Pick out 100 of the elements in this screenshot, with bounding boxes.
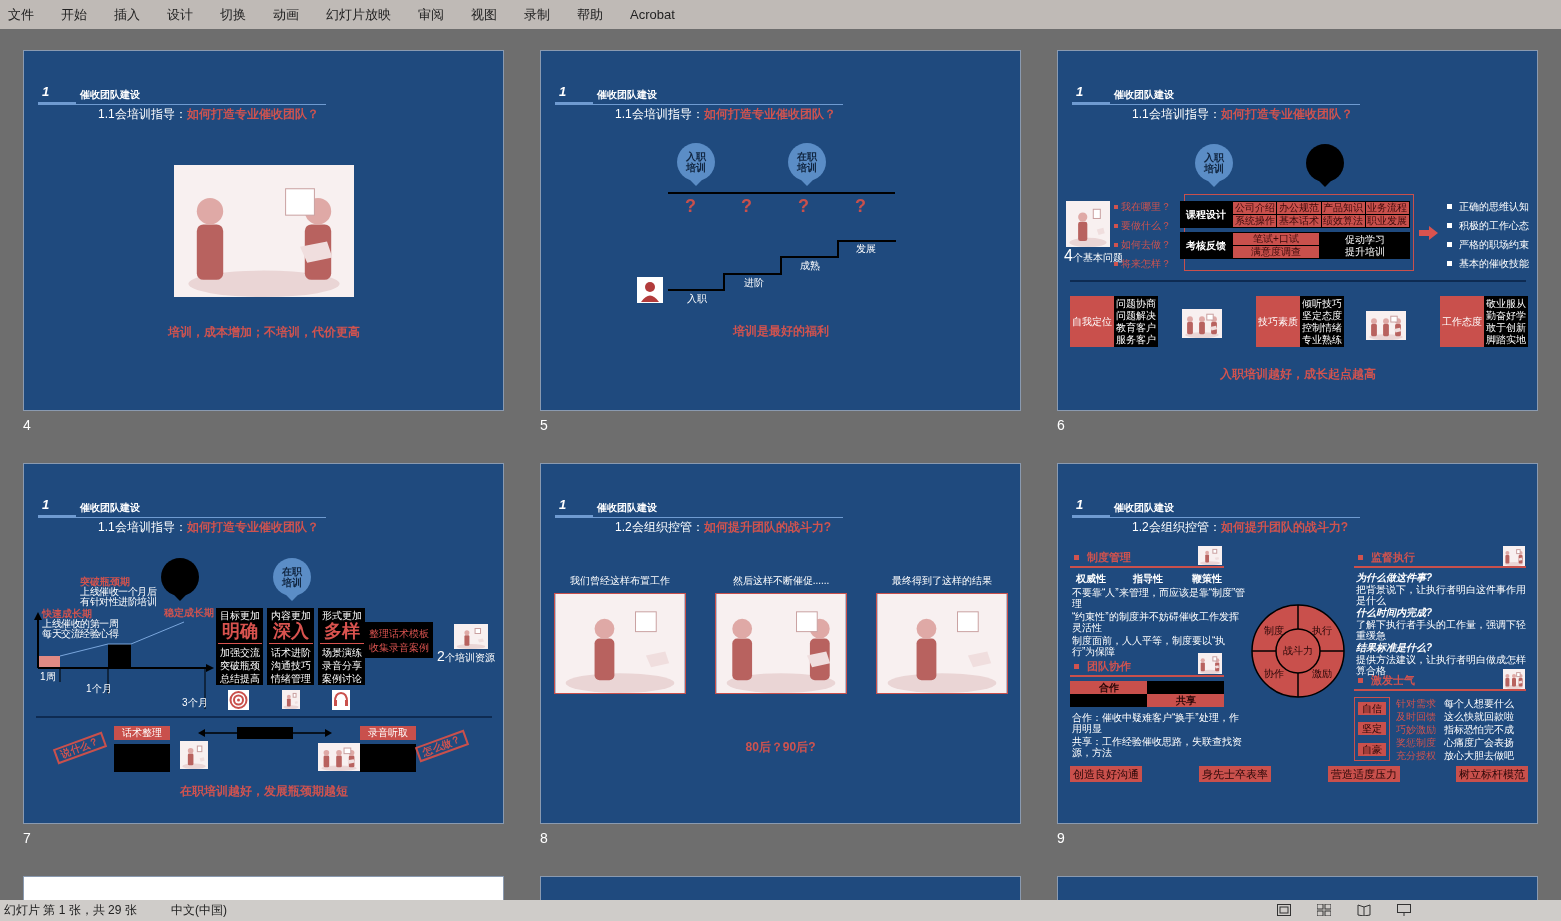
action-label: 营造适度压力 bbox=[1328, 766, 1400, 782]
slide-title: 1.2会组织控管：如何提升团队的战斗力? bbox=[1132, 520, 1349, 535]
card-item: 录音分享 bbox=[321, 659, 362, 672]
slide-thumbnail[interactable] bbox=[23, 463, 504, 824]
phase-note: 有针对性进阶培训 bbox=[80, 597, 156, 607]
rule-text: “约束性”的制度并不妨碍催收工作发挥灵活性 bbox=[1072, 611, 1240, 633]
slide-number: 8 bbox=[540, 829, 548, 847]
menu-item[interactable]: 录制 bbox=[524, 1, 550, 28]
topic-tag: 录音听取 bbox=[360, 726, 416, 740]
phrase-text: 放心大胆去做吧 bbox=[1444, 749, 1514, 762]
bar-label: 合作 bbox=[1070, 681, 1147, 694]
menu-item[interactable]: 设计 bbox=[167, 1, 193, 28]
method-text: 及时回馈 bbox=[1396, 710, 1436, 723]
slide-title: 1.2会组织控管：如何提升团队的战斗力? bbox=[615, 520, 832, 535]
menu-item[interactable]: 视图 bbox=[471, 1, 497, 28]
phase-title: 稳定成长期 bbox=[164, 608, 214, 618]
row-label: 考核反馈 bbox=[1185, 239, 1227, 253]
group-item: 敢于创新 bbox=[1486, 321, 1526, 334]
menu-item[interactable]: 切换 bbox=[220, 1, 246, 28]
reading-view-icon bbox=[1357, 904, 1371, 916]
phrase-text: 心痛度广会表扬 bbox=[1444, 736, 1514, 749]
topic-cell: 基本话术 bbox=[1277, 215, 1321, 227]
group-item: 控制情绪 bbox=[1302, 321, 1342, 334]
panel-caption: 我们曾经这样布置工作 bbox=[569, 575, 671, 587]
menu-item[interactable]: 幻灯片放映 bbox=[326, 1, 391, 28]
menu-item[interactable]: 插入 bbox=[114, 1, 140, 28]
group-item: 问题协商 bbox=[1116, 297, 1156, 310]
group-label: 工作态度 bbox=[1440, 296, 1484, 347]
content-block bbox=[114, 744, 170, 772]
card-keyword: 多样 bbox=[323, 621, 360, 641]
card-item: 案例讨论 bbox=[321, 672, 362, 685]
menu-item[interactable]: 文件 bbox=[8, 1, 34, 28]
slide-sorter-icon bbox=[1317, 904, 1331, 916]
slide-thumbnail[interactable] bbox=[1057, 50, 1538, 411]
tick-label: 1周 bbox=[40, 672, 56, 682]
card-item: 情绪管理 bbox=[270, 672, 311, 685]
action-label: 身先士卒表率 bbox=[1199, 766, 1271, 782]
card-item: 沟通技巧 bbox=[270, 659, 311, 672]
trait-label: 权威性 bbox=[1076, 574, 1106, 584]
card-keyword: 深入 bbox=[272, 621, 309, 641]
card-item: 话术进阶 bbox=[270, 646, 311, 659]
badge-label: 自豪 bbox=[1358, 743, 1386, 757]
method-text: 针对需求 bbox=[1396, 697, 1436, 710]
step-label: 入职 bbox=[687, 294, 707, 304]
card-item: 总结提高 bbox=[219, 672, 260, 685]
group-item: 勤奋好学 bbox=[1486, 309, 1526, 322]
question-item: 我在哪里？ bbox=[1114, 197, 1171, 216]
section-label: 催收团队建设 bbox=[597, 90, 657, 100]
question-mark: ? bbox=[685, 197, 696, 215]
slide-thumbnail[interactable]: 1 催收团队建设 1.2会组织控管：如何提升团队的战斗力? 我们曾经这样布置工作 然后这样不断催促...... 最终得到了这样的结果 80后？90后? bbox=[540, 463, 1021, 824]
method-text: 巧妙激励 bbox=[1396, 723, 1436, 736]
normal-view-icon bbox=[1277, 904, 1291, 916]
group-label: 技巧素质 bbox=[1256, 296, 1300, 347]
phase-title: 突破瓶颈期 bbox=[80, 577, 131, 587]
review-cell: 笔试+口试 bbox=[1233, 233, 1319, 245]
step-label: 进阶 bbox=[744, 278, 764, 288]
section-label: 催收团队建设 bbox=[1114, 503, 1174, 513]
goal-item: 基本的催收技能 bbox=[1447, 254, 1529, 273]
menu-item[interactable]: 开始 bbox=[61, 1, 87, 28]
question-mark: ? bbox=[798, 197, 809, 215]
group-item: 倾听技巧 bbox=[1302, 297, 1342, 310]
phrase-text: 这么快就回款啦 bbox=[1444, 710, 1514, 723]
team-text: 共享：工作经验催收思路，失联查找资源，方法 bbox=[1072, 736, 1243, 758]
action-label: 创造良好沟通 bbox=[1070, 766, 1142, 782]
card-heading: 形式更加 bbox=[321, 610, 362, 621]
group-item: 专业熟练 bbox=[1302, 333, 1342, 346]
bar-label: 共享 bbox=[1147, 694, 1224, 707]
section-number: 1 bbox=[1076, 85, 1084, 98]
avatar-icon bbox=[637, 277, 663, 303]
section-number: 1 bbox=[42, 498, 50, 511]
wheel-label: 激励 bbox=[1312, 669, 1332, 679]
slide-caption: 入职培训越好，成长起点越高 bbox=[1219, 367, 1376, 382]
card-heading: 内容更加 bbox=[270, 610, 311, 621]
action-label: 树立标杆模范 bbox=[1456, 766, 1528, 782]
arrow-icon bbox=[1419, 226, 1438, 240]
badge-label: 自信 bbox=[1358, 701, 1386, 715]
phase-note: 上线催收的第一周 bbox=[42, 619, 118, 629]
step-label: 发展 bbox=[856, 244, 876, 254]
team-text: 合作：催收中疑难客户“换手”处理，作用明显 bbox=[1072, 712, 1240, 734]
slide-number: 4 bbox=[23, 416, 31, 434]
language-indicator[interactable]: 中文(中国) bbox=[171, 902, 227, 918]
slide-title: 1.1会培训指导：如何打造专业催收团队？ bbox=[615, 107, 836, 122]
menu-item[interactable]: 帮助 bbox=[577, 1, 603, 28]
group-item: 问题解决 bbox=[1116, 309, 1156, 321]
slide-thumbnail[interactable] bbox=[1057, 463, 1538, 824]
question-text: 为什么做这件事? bbox=[1356, 572, 1434, 583]
card-item: 场景演练 bbox=[321, 646, 362, 659]
menu-item[interactable]: 动画 bbox=[273, 1, 299, 28]
slide-number: 9 bbox=[1057, 829, 1065, 847]
tick-label: 3个月 bbox=[182, 698, 208, 708]
section-number: 1 bbox=[559, 498, 567, 511]
menu-item[interactable]: 审阅 bbox=[418, 1, 444, 28]
review-note: 提升培训 bbox=[1345, 245, 1385, 258]
slide-thumbnail[interactable]: 1 催收团队建设 1.1会培训指导：如何打造专业催收团队？ 培训，成本增加；不培训，代价更高 bbox=[23, 50, 504, 411]
section-label: 催收团队建设 bbox=[80, 503, 140, 513]
phase-title: 快速成长期 bbox=[42, 609, 93, 619]
answer-text: 把背景说下，让执行者明白这件事作用是什么 bbox=[1356, 584, 1527, 606]
slide-thumbnail[interactable]: 1 催收团队建设 1.1会培训指导：如何打造专业催收团队？ 入职培训 在职培训 ? ? ? ? 入职 进阶 成熟 发展 培训是最好的福利 bbox=[540, 50, 1021, 411]
slide-number: 7 bbox=[23, 829, 31, 847]
menu-item[interactable]: Acrobat bbox=[630, 1, 675, 28]
